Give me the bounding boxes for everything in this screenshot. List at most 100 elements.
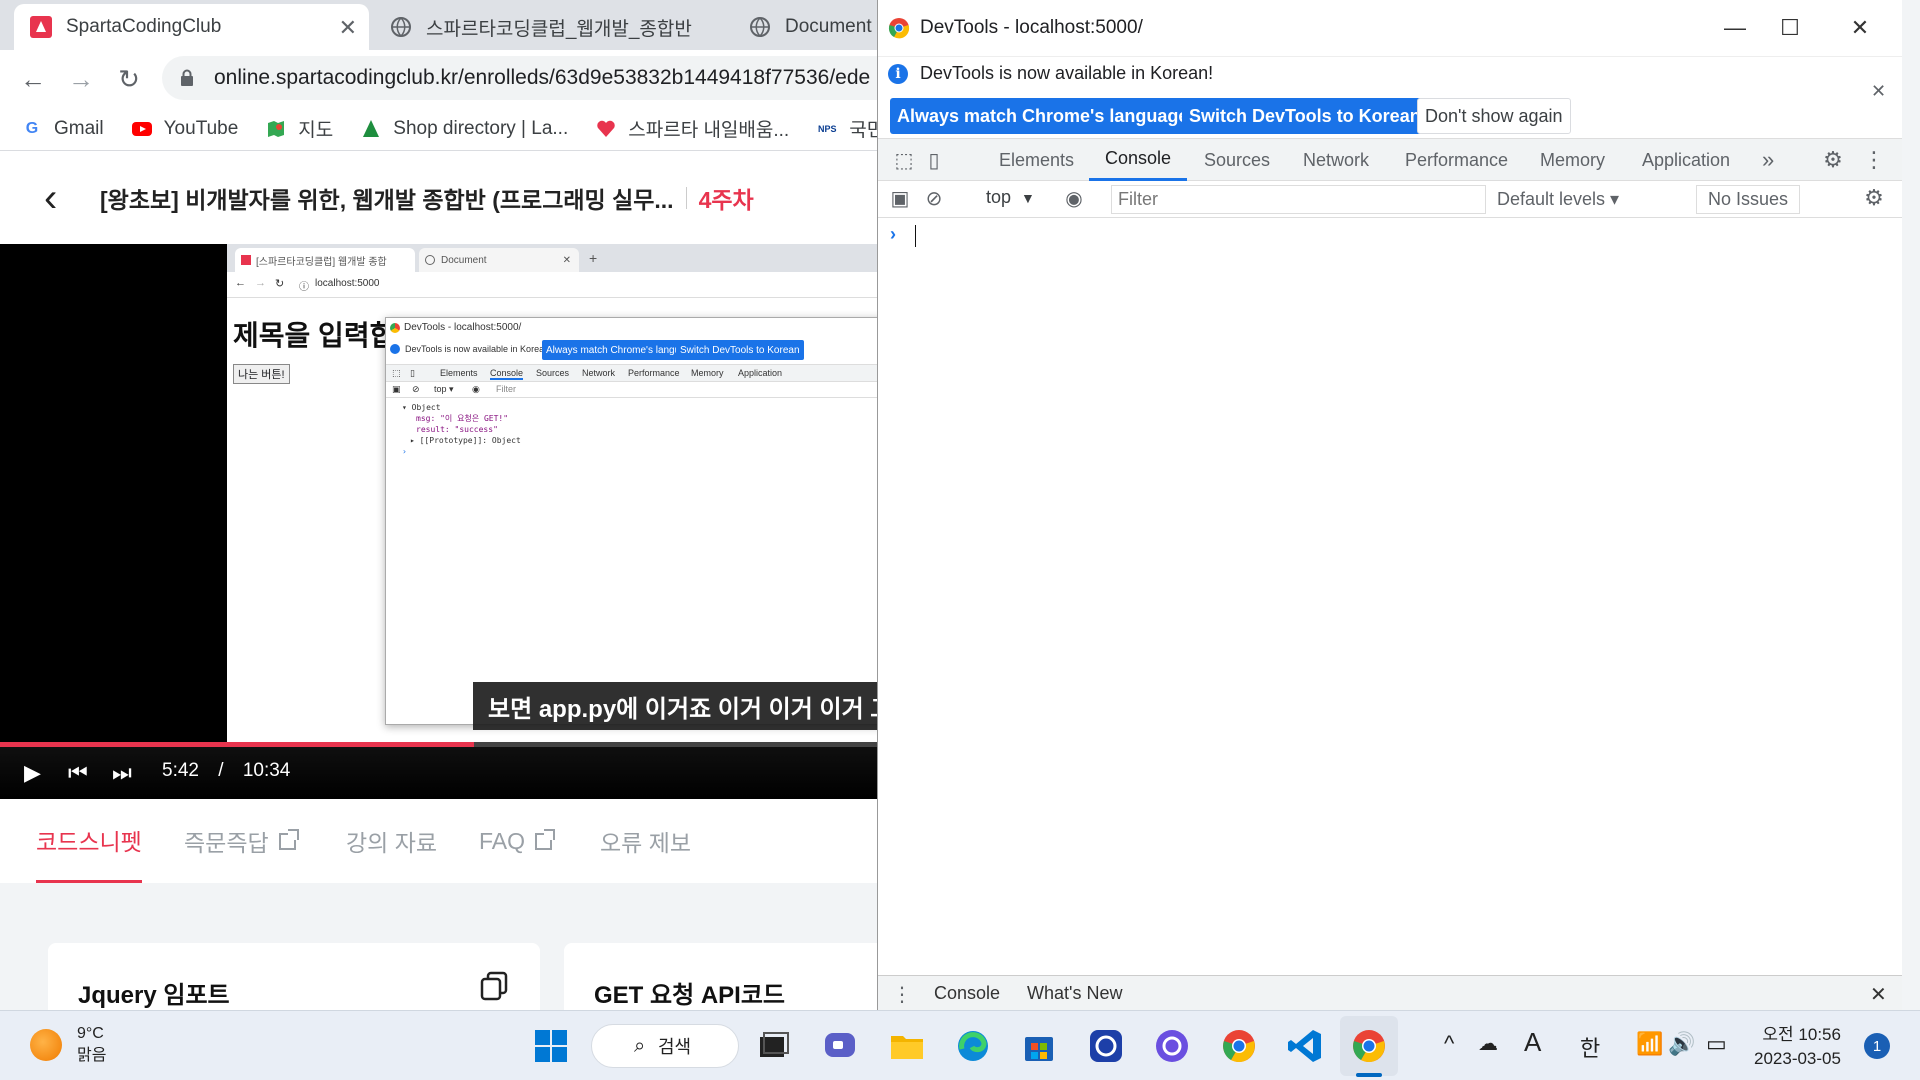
close-infobar-icon[interactable]: ✕ [1871, 81, 1886, 102]
inner-toolbar: ← → ↻ ⓘ localhost:5000 [227, 272, 878, 298]
bookmark-sparta[interactable]: 스파르타 내일배움... [596, 115, 789, 142]
gmail-icon: G [25, 119, 39, 137]
devtools-tab-sources[interactable]: Sources [1204, 139, 1270, 181]
edge-browser-icon[interactable] [954, 1027, 992, 1065]
more-options-icon[interactable]: ⋮ [1862, 147, 1886, 172]
tab-faq[interactable]: FAQ [479, 799, 556, 883]
tab-lecture-materials[interactable]: 강의 자료 [346, 799, 437, 883]
switch-korean-button[interactable]: Switch DevTools to Korean [1182, 98, 1428, 134]
back-chevron-icon[interactable]: ‹ [44, 176, 84, 221]
devtools-tab-application[interactable]: Application [1642, 139, 1730, 181]
log-levels-dropdown[interactable]: Default levels ▾ [1497, 189, 1619, 210]
devtools-infobar: i DevTools is now available in Korean! ✕… [878, 57, 1902, 137]
chrome-taskbar-icon[interactable] [1220, 1027, 1258, 1065]
video-progress-track[interactable] [0, 742, 878, 747]
new-tab-icon: + [589, 250, 598, 266]
bookmark-maps[interactable]: 지도 [266, 115, 333, 142]
battery-icon[interactable]: ▭ [1706, 1031, 1727, 1057]
inner-devtools-tab: Console [490, 368, 524, 380]
tab-code-snippet[interactable]: 코드스니펫 [36, 799, 142, 883]
ime-mode-a[interactable]: A [1524, 1027, 1541, 1058]
external-link-icon [278, 828, 299, 850]
drawer-tab-console[interactable]: Console [934, 983, 1000, 1004]
taskbar-search[interactable]: ⌕ 검색 [591, 1024, 739, 1068]
console-output[interactable]: › [878, 218, 1902, 975]
snippet-title: Jquery 임포트 [78, 982, 230, 1009]
reload-icon[interactable]: ↻ [112, 62, 146, 96]
context-selector[interactable]: top ▼ [986, 187, 1035, 208]
inner-devtools-tab: Sources [536, 368, 570, 378]
volume-icon[interactable]: 🔊 [1668, 1031, 1695, 1057]
tab-label: 오류 제보 [600, 830, 692, 856]
inner-proto-text: [[Prototype]]: Object [419, 436, 521, 445]
teams-chat-icon[interactable] [821, 1027, 859, 1065]
clear-console-icon[interactable]: ⊘ [922, 187, 946, 210]
devtools-tab-performance[interactable]: Performance [1405, 139, 1508, 181]
remote-support-icon[interactable] [1087, 1027, 1125, 1065]
notification-badge[interactable]: 1 [1864, 1033, 1890, 1059]
devtools-tab-memory[interactable]: Memory [1540, 139, 1605, 181]
weather-widget[interactable]: 9°C 맑음 [30, 1023, 106, 1067]
drawer-menu-icon[interactable]: ⋮ [892, 982, 912, 1007]
bookmark-shop[interactable]: Shop directory | La... [361, 118, 568, 140]
devtools-tab-network[interactable]: Network [1303, 139, 1369, 181]
back-arrow-icon[interactable]: ← [16, 62, 50, 96]
eye-icon[interactable]: ◉ [1062, 187, 1086, 210]
ime-language[interactable]: 한 [1580, 1031, 1600, 1063]
system-clock[interactable]: 오전 10:56 2023-03-05 [1754, 1023, 1841, 1071]
close-window-icon[interactable]: ✕ [1844, 12, 1876, 44]
close-drawer-icon[interactable]: ✕ [1870, 982, 1887, 1007]
snippet-card[interactable]: Jquery 임포트 [48, 943, 540, 1010]
issues-button[interactable]: No Issues [1696, 185, 1801, 214]
console-sidebar-icon[interactable]: ▣ [888, 187, 912, 210]
vscode-icon[interactable] [1286, 1027, 1324, 1065]
address-bar[interactable]: online.spartacodingclub.kr/enrolleds/63d… [162, 56, 878, 100]
match-language-button[interactable]: Always match Chrome's language [890, 98, 1196, 134]
tab-spartacodingclub[interactable]: SpartaCodingClub ✕ [14, 4, 369, 50]
video-player[interactable]: [스파르타코딩클럽] 웹개발 종합 Document ✕ + ← → ↻ ⓘ l… [0, 244, 878, 799]
console-prompt-icon: › [890, 224, 896, 244]
drawer-tab-whats-new[interactable]: What's New [1027, 983, 1122, 1004]
windows-start-icon[interactable] [532, 1027, 570, 1065]
sidebar-toggle-icon: ▣ [392, 384, 401, 394]
devtools-tab-console[interactable]: Console [1089, 139, 1188, 181]
snippet-card[interactable]: GET 요청 API코드 [564, 943, 878, 1010]
bookmark-gmail[interactable]: G Gmail [22, 118, 104, 140]
inspect-element-icon[interactable]: ⬚ [892, 149, 916, 172]
microsoft-store-icon[interactable] [1020, 1027, 1058, 1065]
temperature: 9°C [77, 1025, 104, 1042]
skip-back-icon[interactable]: ⏮ [68, 760, 88, 786]
bookmark-youtube[interactable]: YouTube [131, 118, 238, 140]
tab-error-report[interactable]: 오류 제보 [600, 799, 691, 883]
tab-document[interactable]: Document [745, 4, 878, 50]
inner-devtools-title: DevTools - localhost:5000/ [404, 322, 522, 333]
tab-sparta-course[interactable]: 스파르타코딩클럽_웹개발_종합반 [380, 4, 720, 50]
devtools-tab-elements[interactable]: Elements [999, 139, 1074, 181]
duration: 10:34 [242, 760, 291, 781]
maximize-icon[interactable]: ☐ [1774, 12, 1806, 44]
dont-show-again-button[interactable]: Don't show again [1417, 98, 1571, 134]
tab-qna[interactable]: 즉문즉답 [184, 799, 299, 883]
chrome-taskbar-icon[interactable] [1350, 1027, 1388, 1065]
copy-icon[interactable] [480, 971, 508, 1001]
file-explorer-icon[interactable] [888, 1027, 926, 1065]
close-tab-icon[interactable]: ✕ [339, 15, 357, 41]
video-controls: ▶ ⏮ ⏭ 5:42 / 10:34 [0, 742, 878, 799]
inner-url: localhost:5000 [315, 278, 380, 289]
onedrive-error-icon[interactable]: ☁ [1478, 1031, 1498, 1056]
skip-forward-icon[interactable]: ⏭ [112, 760, 132, 786]
chat-app-icon[interactable] [1153, 1027, 1191, 1065]
console-filter-input[interactable] [1111, 185, 1486, 214]
bookmark-nps[interactable]: NPS 국민 [817, 115, 878, 142]
play-icon[interactable]: ▶ [24, 760, 41, 786]
task-view-icon[interactable] [754, 1027, 792, 1065]
tray-overflow-icon[interactable]: ^ [1444, 1031, 1454, 1057]
forward-arrow-icon[interactable]: → [64, 62, 98, 96]
settings-gear-icon[interactable]: ⚙ [1821, 147, 1845, 172]
windows-taskbar: 9°C 맑음 ⌕ 검색 ^ ☁ A 한 📶 🔊 ▭ 오전 10:56 2023-… [0, 1010, 1920, 1080]
console-settings-icon[interactable]: ⚙ [1862, 185, 1886, 210]
more-tabs-icon[interactable]: » [1762, 139, 1774, 181]
wifi-icon[interactable]: 📶 [1636, 1031, 1663, 1057]
minimize-icon[interactable]: — [1719, 12, 1751, 44]
device-toolbar-icon[interactable]: ▯ [922, 149, 946, 172]
